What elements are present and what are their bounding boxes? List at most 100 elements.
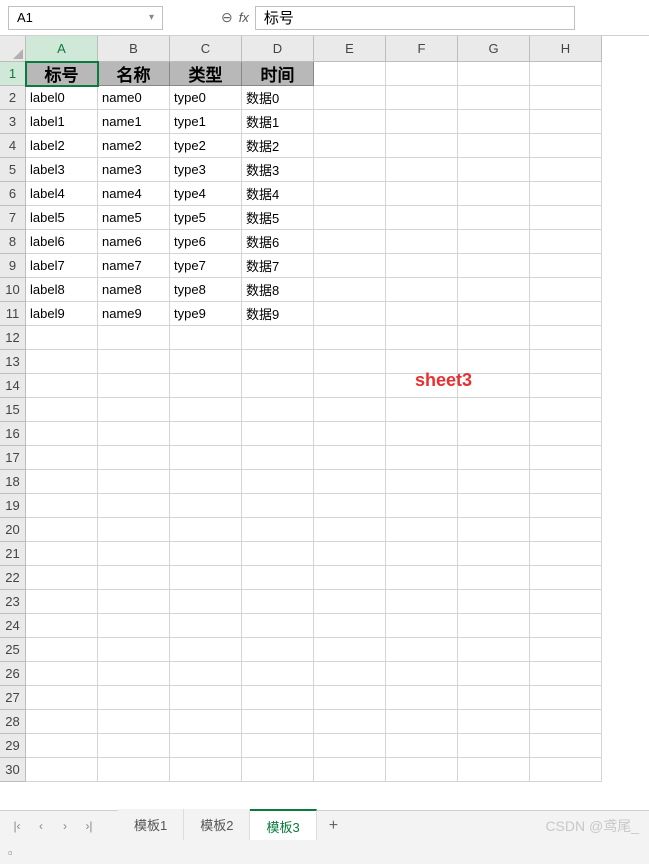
cell-B29[interactable] [98,734,170,758]
cell-E28[interactable] [314,710,386,734]
cell-A26[interactable] [26,662,98,686]
cell-A22[interactable] [26,566,98,590]
row-header-6[interactable]: 6 [0,182,26,206]
column-header-C[interactable]: C [170,36,242,62]
cell-B5[interactable]: name3 [98,158,170,182]
row-header-12[interactable]: 12 [0,326,26,350]
cell-F30[interactable] [386,758,458,782]
cell-G10[interactable] [458,278,530,302]
cell-G7[interactable] [458,206,530,230]
cell-A5[interactable]: label3 [26,158,98,182]
tab-nav-prev[interactable]: ‹ [30,815,52,837]
cell-E14[interactable] [314,374,386,398]
cell-C14[interactable] [170,374,242,398]
cell-C28[interactable] [170,710,242,734]
cell-A30[interactable] [26,758,98,782]
cell-E2[interactable] [314,86,386,110]
cell-D1[interactable]: 时间 [242,62,314,86]
row-header-21[interactable]: 21 [0,542,26,566]
cell-A17[interactable] [26,446,98,470]
cell-D11[interactable]: 数据9 [242,302,314,326]
row-header-1[interactable]: 1 [0,62,26,86]
cell-G4[interactable] [458,134,530,158]
cell-G17[interactable] [458,446,530,470]
cell-C7[interactable]: type5 [170,206,242,230]
cell-G18[interactable] [458,470,530,494]
cell-D28[interactable] [242,710,314,734]
cell-G15[interactable] [458,398,530,422]
cell-F2[interactable] [386,86,458,110]
row-header-26[interactable]: 26 [0,662,26,686]
cell-E13[interactable] [314,350,386,374]
cell-G5[interactable] [458,158,530,182]
cell-F28[interactable] [386,710,458,734]
row-header-7[interactable]: 7 [0,206,26,230]
row-header-24[interactable]: 24 [0,614,26,638]
cell-G2[interactable] [458,86,530,110]
cell-C26[interactable] [170,662,242,686]
cell-G8[interactable] [458,230,530,254]
cell-C18[interactable] [170,470,242,494]
cell-F13[interactable] [386,350,458,374]
cell-H5[interactable] [530,158,602,182]
row-header-19[interactable]: 19 [0,494,26,518]
cell-D4[interactable]: 数据2 [242,134,314,158]
cell-E5[interactable] [314,158,386,182]
cell-B23[interactable] [98,590,170,614]
cell-H6[interactable] [530,182,602,206]
cell-F5[interactable] [386,158,458,182]
cell-C17[interactable] [170,446,242,470]
cell-B12[interactable] [98,326,170,350]
cell-G27[interactable] [458,686,530,710]
cell-E23[interactable] [314,590,386,614]
cell-C15[interactable] [170,398,242,422]
cell-F20[interactable] [386,518,458,542]
cell-G14[interactable] [458,374,530,398]
cell-D5[interactable]: 数据3 [242,158,314,182]
cell-D3[interactable]: 数据1 [242,110,314,134]
cell-C25[interactable] [170,638,242,662]
cell-A6[interactable]: label4 [26,182,98,206]
row-header-18[interactable]: 18 [0,470,26,494]
cell-B16[interactable] [98,422,170,446]
cell-H8[interactable] [530,230,602,254]
cell-E20[interactable] [314,518,386,542]
cell-F12[interactable] [386,326,458,350]
cell-A2[interactable]: label0 [26,86,98,110]
cell-A25[interactable] [26,638,98,662]
select-all-button[interactable] [0,36,26,62]
cell-E26[interactable] [314,662,386,686]
cell-G13[interactable] [458,350,530,374]
cell-B1[interactable]: 名称 [98,62,170,86]
tab-nav-next[interactable]: › [54,815,76,837]
cell-B13[interactable] [98,350,170,374]
cell-D21[interactable] [242,542,314,566]
cell-C10[interactable]: type8 [170,278,242,302]
cell-A27[interactable] [26,686,98,710]
column-header-D[interactable]: D [242,36,314,62]
tab-nav-first[interactable]: |‹ [6,815,28,837]
cell-C19[interactable] [170,494,242,518]
add-sheet-button[interactable]: + [317,813,350,839]
cell-F9[interactable] [386,254,458,278]
column-header-F[interactable]: F [386,36,458,62]
row-header-10[interactable]: 10 [0,278,26,302]
cell-F25[interactable] [386,638,458,662]
cell-G19[interactable] [458,494,530,518]
cell-C4[interactable]: type2 [170,134,242,158]
cell-C8[interactable]: type6 [170,230,242,254]
cell-F27[interactable] [386,686,458,710]
sheet-tab-2[interactable]: 模板3 [250,809,316,842]
sheet-tab-0[interactable]: 模板1 [118,809,184,842]
cell-F22[interactable] [386,566,458,590]
cell-D22[interactable] [242,566,314,590]
cell-C12[interactable] [170,326,242,350]
cell-D19[interactable] [242,494,314,518]
formula-input[interactable]: 标号 [255,6,575,30]
row-header-8[interactable]: 8 [0,230,26,254]
cell-D25[interactable] [242,638,314,662]
cell-F1[interactable] [386,62,458,86]
row-header-20[interactable]: 20 [0,518,26,542]
cell-B26[interactable] [98,662,170,686]
cell-D24[interactable] [242,614,314,638]
